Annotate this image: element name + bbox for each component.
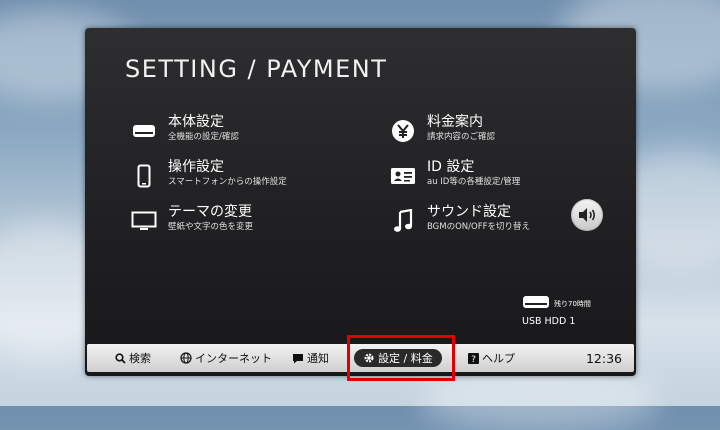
settings-panel: SETTING / PAYMENT 本体設定 全機能の設定/確認 操作設定 スマ… [85,28,636,376]
music-note-icon [388,206,418,236]
menu-item-sub: 壁紙や文字の色を変更 [168,222,254,232]
help-button[interactable]: ? ヘルプ [468,344,515,372]
globe-icon [180,352,192,364]
menu-item-device-settings[interactable]: 本体設定 全機能の設定/確認 [129,114,239,146]
menu-item-theme-change[interactable]: テーマの変更 壁紙や文字の色を変更 [129,204,253,236]
speaker-icon [579,208,596,222]
device-icon [129,116,159,146]
menu-item-billing-info[interactable]: 料金案内 請求内容のご確認 [388,114,495,146]
notification-label: 通知 [307,352,329,365]
id-card-icon [388,161,418,191]
notification-button[interactable]: 通知 [292,344,329,372]
menu-item-sub: au ID等の各種設定/管理 [427,177,521,187]
menu-item-sound-settings[interactable]: サウンド設定 BGMのON/OFFを切り替え [388,204,530,236]
menu-item-label: 操作設定 [168,159,224,175]
hdd-remaining: 残り70時間 [554,300,591,308]
sound-toggle-button[interactable] [571,199,603,231]
svg-text:?: ? [471,355,476,364]
highlight-box [347,335,455,381]
hdd-status: 残り70時間 USB HDD 1 [522,294,591,327]
clock: 12:36 [585,350,622,366]
internet-button[interactable]: インターネット [180,344,272,372]
chat-bubble-icon [293,353,303,363]
monitor-icon [129,206,159,236]
menu-item-label: サウンド設定 [427,204,511,220]
hdd-label: USB HDD 1 [522,316,576,327]
menu-item-id-settings[interactable]: ID 設定 au ID等の各種設定/管理 [388,159,520,191]
menu-item-label: 本体設定 [168,114,224,130]
hdd-icon [523,296,549,308]
menu-item-sub: BGMのON/OFFを切り替え [427,222,530,232]
internet-label: インターネット [195,352,272,365]
search-button[interactable]: 検索 [115,344,151,372]
help-label: ヘルプ [482,352,515,365]
menu-item-label: 料金案内 [427,114,483,130]
menu-item-label: ID 設定 [427,159,475,175]
menu-item-operation-settings[interactable]: 操作設定 スマートフォンからの操作設定 [129,159,287,191]
smartphone-icon [129,161,159,191]
menu-item-sub: 請求内容のご確認 [427,132,496,142]
menu-item-sub: 全機能の設定/確認 [168,132,239,142]
search-label: 検索 [129,352,151,365]
help-icon: ? [468,352,479,364]
menu-item-label: テーマの変更 [168,204,252,220]
yen-icon [388,116,418,146]
menu-item-sub: スマートフォンからの操作設定 [168,177,287,187]
search-icon [115,352,126,364]
page-title: SETTING / PAYMENT [125,55,388,83]
